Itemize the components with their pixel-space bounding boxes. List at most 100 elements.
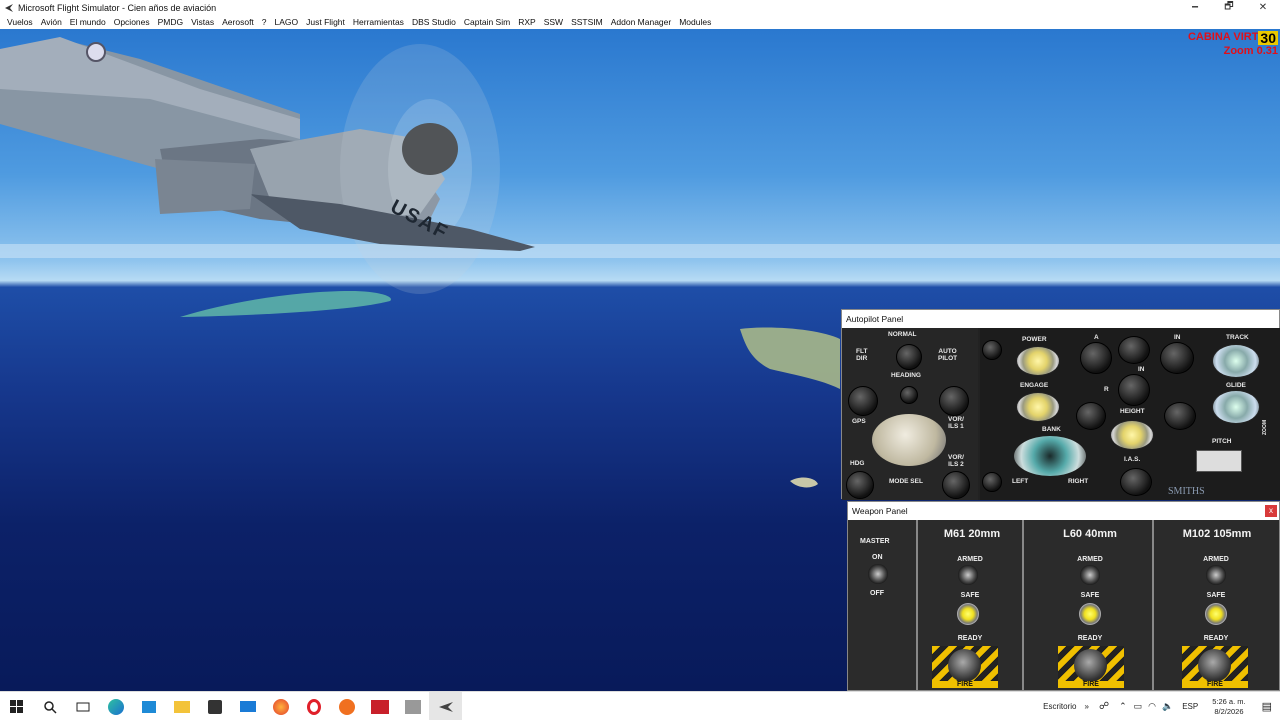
vor-ils-2-knob[interactable] xyxy=(942,471,970,499)
menu-bar: Vuelos Avión El mundo Opciones PMDG Vist… xyxy=(0,15,1280,29)
vor-ils-2-label: VOR/ ILS 2 xyxy=(948,454,964,468)
menu-item-vistas[interactable]: Vistas xyxy=(187,17,218,27)
minimize-button[interactable]: 🗕 xyxy=(1178,0,1212,15)
weapon-body: MASTER ON OFF M61 20mm ARMED SAFE READY … xyxy=(848,520,1279,690)
menu-item-sstsim[interactable]: SSTSIM xyxy=(567,17,607,27)
menu-item-just-flight[interactable]: Just Flight xyxy=(302,17,349,27)
ias-knob[interactable] xyxy=(1120,468,1152,496)
ready-lamp-l60 xyxy=(1079,603,1101,625)
master-off-label: OFF xyxy=(870,590,884,597)
menu-item-avion[interactable]: Avión xyxy=(37,17,66,27)
windows-start-icon[interactable] xyxy=(0,692,33,720)
normal-label: NORMAL xyxy=(888,331,917,338)
fire-button-l60[interactable]: FIRE xyxy=(1058,646,1124,688)
menu-item-ssw[interactable]: SSW xyxy=(540,17,567,27)
search-icon[interactable] xyxy=(33,692,66,720)
arm-switch-m102[interactable] xyxy=(1206,565,1226,585)
menu-item-rxp[interactable]: RXP xyxy=(514,17,539,27)
weapon-section-m61: M61 20mm ARMED SAFE READY FIRE xyxy=(916,520,1022,690)
close-button[interactable]: ✕ xyxy=(1246,0,1280,15)
center-knob[interactable] xyxy=(900,386,918,404)
weapon-name-l60: L60 40mm xyxy=(1063,528,1117,540)
clock-time: 5:26 a. m. xyxy=(1212,696,1246,706)
edge-icon[interactable] xyxy=(99,692,132,720)
people-icon[interactable]: ☍ xyxy=(1093,701,1115,712)
app-gray-icon[interactable] xyxy=(396,692,429,720)
pitch-wheel[interactable] xyxy=(1196,450,1242,472)
task-view-icon[interactable] xyxy=(66,692,99,720)
view-mode-label: CABINA VIRT xyxy=(1187,31,1259,43)
menu-item-modules[interactable]: Modules xyxy=(675,17,715,27)
height-lamp[interactable] xyxy=(1110,420,1154,450)
a-knob[interactable] xyxy=(1080,342,1112,374)
master-on-label: ON xyxy=(872,554,883,561)
weapon-panel-close-button[interactable]: x xyxy=(1265,505,1277,517)
arm-switch-m61[interactable] xyxy=(958,565,978,585)
bank-knob[interactable] xyxy=(1014,436,1086,476)
master-label: MASTER xyxy=(860,538,890,545)
toolbar-chevron-icon[interactable]: » xyxy=(1080,702,1092,711)
in-knob-2[interactable] xyxy=(1118,374,1150,406)
menu-item-vuelos[interactable]: Vuelos xyxy=(3,17,37,27)
opera-icon[interactable] xyxy=(297,692,330,720)
language-indicator[interactable]: ESP xyxy=(1176,702,1204,711)
clock-date: 8/2/2026 xyxy=(1214,706,1244,716)
armed-label-l60: ARMED xyxy=(1077,556,1103,563)
menu-item-captain-sim[interactable]: Captain Sim xyxy=(460,17,514,27)
screw-bottom-left-icon xyxy=(982,472,1002,492)
mode-select-knob[interactable] xyxy=(872,414,946,466)
autopilot-title-bar[interactable]: Autopilot Panel xyxy=(842,310,1279,328)
fire-label-l60: FIRE xyxy=(1058,681,1124,688)
menu-item-help[interactable]: ? xyxy=(258,17,271,27)
hdg-knob[interactable] xyxy=(846,471,874,499)
weapon-title-bar[interactable]: Weapon Panel x xyxy=(848,502,1279,520)
network-icon[interactable]: ▭ xyxy=(1131,701,1146,712)
in-knob-1[interactable] xyxy=(1160,342,1194,374)
tray-expand-icon[interactable]: ⌃ xyxy=(1115,701,1131,712)
left-mid-knob[interactable] xyxy=(1076,402,1106,430)
smiths-autopilot-section: POWER A IN TRACK ENGAGE IN R GLIDE HEIGH… xyxy=(980,328,1280,500)
engage-lamp[interactable] xyxy=(1016,392,1060,422)
track-button[interactable] xyxy=(1212,344,1260,378)
heading-toggle-switch[interactable] xyxy=(896,344,922,370)
menu-item-el-mundo[interactable]: El mundo xyxy=(66,17,110,27)
master-switch[interactable] xyxy=(868,564,888,584)
menu-item-opciones[interactable]: Opciones xyxy=(110,17,154,27)
right-mid-knob[interactable] xyxy=(1164,402,1196,430)
menu-item-dbs-studio[interactable]: DBS Studio xyxy=(408,17,460,27)
menu-item-aerosoft[interactable]: Aerosoft xyxy=(218,17,258,27)
clock[interactable]: 5:26 a. m. 8/2/2026 xyxy=(1204,697,1253,717)
glide-button[interactable] xyxy=(1212,390,1260,424)
fire-button-m102[interactable]: FIRE xyxy=(1182,646,1248,688)
ready-lamp-m61 xyxy=(957,603,979,625)
autopilot-panel[interactable]: Autopilot Panel NORMAL FLT DIR AUTO PILO… xyxy=(841,309,1280,500)
app-red-icon[interactable] xyxy=(363,692,396,720)
arm-switch-l60[interactable] xyxy=(1080,565,1100,585)
hdg-label: HDG xyxy=(850,460,865,467)
app-orange-icon[interactable] xyxy=(330,692,363,720)
fire-button-m61[interactable]: FIRE xyxy=(932,646,998,688)
upper-center-knob[interactable] xyxy=(1118,336,1150,364)
store-bag-icon[interactable] xyxy=(198,692,231,720)
desktop-toolbar-label[interactable]: Escritorio xyxy=(1039,702,1080,711)
menu-item-lago[interactable]: LAGO xyxy=(271,17,303,27)
windows-store-icon[interactable] xyxy=(132,692,165,720)
track-label: TRACK xyxy=(1226,334,1249,341)
wifi-icon[interactable]: ◠ xyxy=(1145,701,1159,712)
maximize-button[interactable]: 🗗 xyxy=(1212,0,1246,15)
menu-item-pmdg[interactable]: PMDG xyxy=(154,17,188,27)
a-label: A xyxy=(1094,334,1099,341)
power-lamp[interactable] xyxy=(1016,346,1060,376)
mail-icon[interactable] xyxy=(231,692,264,720)
file-explorer-icon[interactable] xyxy=(165,692,198,720)
menu-item-herramientas[interactable]: Herramientas xyxy=(349,17,408,27)
volume-icon[interactable]: 🔈 xyxy=(1159,701,1176,712)
notifications-icon[interactable]: ▤ xyxy=(1254,700,1280,713)
glide-label: GLIDE xyxy=(1226,382,1246,389)
menu-item-addon-manager[interactable]: Addon Manager xyxy=(607,17,676,27)
left-knob[interactable] xyxy=(848,386,878,416)
right-knob[interactable] xyxy=(939,386,969,416)
flight-sim-taskbar-icon[interactable] xyxy=(429,692,462,720)
firefox-icon[interactable] xyxy=(264,692,297,720)
weapon-panel[interactable]: Weapon Panel x MASTER ON OFF M61 20mm AR… xyxy=(847,501,1280,691)
